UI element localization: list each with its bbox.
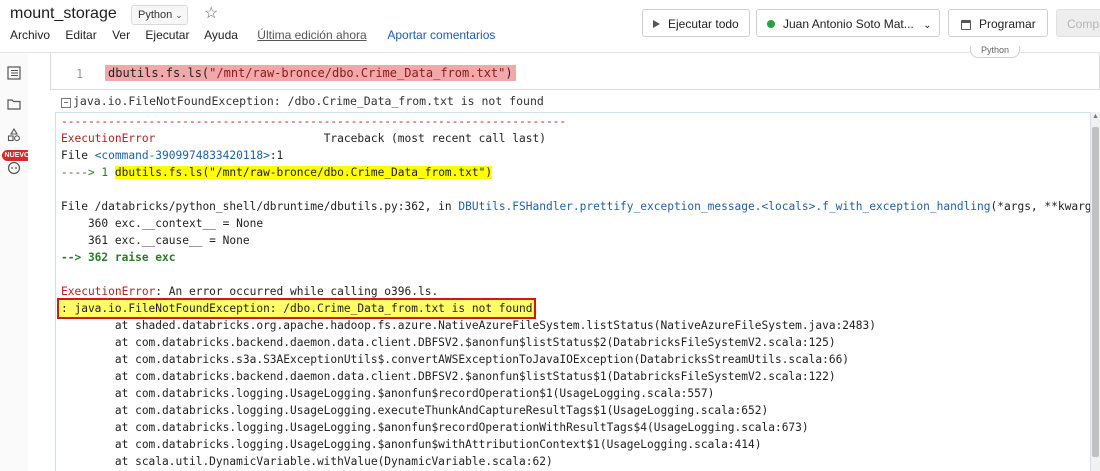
feedback-link[interactable]: Aportar comentarios <box>387 28 495 42</box>
stack-line: at com.databricks.logging.UsageLogging.$… <box>61 387 715 400</box>
schedule-label: Programar <box>979 17 1036 31</box>
stack-line: at com.databricks.backend.daemon.data.cl… <box>61 370 836 383</box>
line-number: 1 <box>76 67 84 81</box>
command-line: :1 <box>269 149 284 162</box>
file2-func: DBUtils.FSHandler.prettify_exception_mes… <box>458 200 991 213</box>
left-sidebar: NUEVO <box>0 53 32 471</box>
traceback-label: Traceback (most recent call last) <box>323 132 546 145</box>
file-line: File <command-3909974833420118>:1 <box>61 147 283 164</box>
assistant-icon[interactable] <box>7 161 21 175</box>
arrow-marker: ----> 1 <box>61 166 115 179</box>
stack-line: at com.databricks.s3a.S3AExceptionUtils$… <box>61 353 850 366</box>
share-label: Compa <box>1067 17 1100 31</box>
menu-bar: Archivo Editar Ver Ejecutar Ayuda Última… <box>10 28 507 42</box>
separator-line: ----------------------------------------… <box>61 115 567 128</box>
run-all-button[interactable]: Ejecutar todo <box>642 9 750 37</box>
exception-header-text: java.io.FileNotFoundException: /dbo.Crim… <box>73 94 544 108</box>
cluster-status-icon <box>767 20 775 28</box>
highlighted-error-line: : java.io.FileNotFoundException: /dbo.Cr… <box>56 298 537 319</box>
code-string: "/mnt/raw-bronce/dbo.Crime_Data_from.txt… <box>209 66 506 80</box>
cell-output: ----------------------------------------… <box>55 112 1091 471</box>
cluster-label: Juan Antonio Soto Mat... <box>783 17 914 31</box>
cell-language-tag[interactable]: Python <box>970 46 1021 58</box>
code-suffix: ) <box>505 66 513 80</box>
exec-error-name: ExecutionError <box>61 285 156 298</box>
table-of-contents-icon[interactable] <box>7 66 21 80</box>
run-all-label: Ejecutar todo <box>668 17 739 31</box>
stack-line: at com.databricks.logging.UsageLogging.e… <box>61 404 769 417</box>
language-selector[interactable]: Python ⌄ <box>131 5 188 25</box>
exec-error-msg: : An error occurred while calling o396.l… <box>155 285 439 298</box>
notebook-title[interactable]: mount_storage <box>10 5 117 23</box>
exception-header[interactable]: − java.io.FileNotFoundException: /dbo.Cri… <box>61 94 544 108</box>
star-icon[interactable]: ☆ <box>204 3 218 23</box>
command-ref: <command-3909974833420118> <box>94 149 270 162</box>
menu-editar[interactable]: Editar <box>65 28 96 42</box>
last-edit-link[interactable]: Última edición ahora <box>257 28 366 42</box>
source-line-360: 360 exc.__context__ = None <box>61 217 264 230</box>
cell-gutter <box>28 53 50 471</box>
chevron-down-icon: ⌄ <box>923 20 932 31</box>
arrow-code: dbutils.fs.ls("/mnt/raw-bronce/dbo.Crime… <box>114 166 493 179</box>
scroll-up-icon[interactable]: ▲ <box>1092 113 1099 121</box>
language-label: Python <box>138 9 173 21</box>
arrow-line: ----> 1 dbutils.fs.ls("/mnt/raw-bronce/d… <box>61 164 493 181</box>
calendar-icon <box>961 20 971 30</box>
shapes-icon[interactable] <box>7 128 21 142</box>
schedule-button[interactable]: Programar <box>948 9 1048 37</box>
file2-line: File /databricks/python_shell/dbruntime/… <box>61 198 1091 215</box>
code-text: dbutils.fs.ls("/mnt/raw-bronce/dbo.Crime… <box>105 65 516 81</box>
stack-line: at shaded.databricks.org.apache.hadoop.f… <box>61 319 876 332</box>
chevron-down-icon: ⌄ <box>175 10 183 20</box>
source-line-362: --> 362 raise exc <box>61 251 176 264</box>
error-highlight-box: : java.io.FileNotFoundException: /dbo.Cr… <box>56 298 537 319</box>
stack-line: at scala.util.DynamicVariable.withValue(… <box>61 455 553 468</box>
source-line-361: 361 exc.__cause__ = None <box>61 234 250 247</box>
share-button[interactable]: Compa <box>1056 9 1100 37</box>
execution-error-line: ExecutionError: An error occurred while … <box>61 283 438 300</box>
menu-ver[interactable]: Ver <box>112 28 130 42</box>
code-prefix: dbutils.fs.ls( <box>108 66 210 80</box>
file2-args: (*args, **kwargs) <box>990 200 1091 213</box>
stack-line: at com.databricks.backend.daemon.data.cl… <box>61 336 836 349</box>
menu-ayuda[interactable]: Ayuda <box>204 28 238 42</box>
file-prefix: File <box>61 149 95 162</box>
menu-archivo[interactable]: Archivo <box>10 28 50 42</box>
folder-icon[interactable] <box>7 97 21 111</box>
stack-line: at com.databricks.logging.UsageLogging.$… <box>61 421 809 434</box>
file2-prefix: File /databricks/python_shell/dbruntime/… <box>61 200 459 213</box>
menu-ejecutar[interactable]: Ejecutar <box>145 28 189 42</box>
collapse-icon[interactable]: − <box>61 98 71 108</box>
play-icon <box>653 20 660 28</box>
error-name: ExecutionError <box>61 132 156 145</box>
scrollbar-thumb[interactable] <box>1092 127 1099 457</box>
traceback-header: ExecutionError Traceback (most recent ca… <box>61 130 546 147</box>
notebook-header: mount_storage Python ⌄ ☆ Archivo Editar V… <box>0 0 1100 53</box>
cluster-selector[interactable]: Juan Antonio Soto Mat... ⌄ <box>756 9 940 37</box>
stack-line: at com.databricks.logging.UsageLogging.$… <box>61 438 762 451</box>
